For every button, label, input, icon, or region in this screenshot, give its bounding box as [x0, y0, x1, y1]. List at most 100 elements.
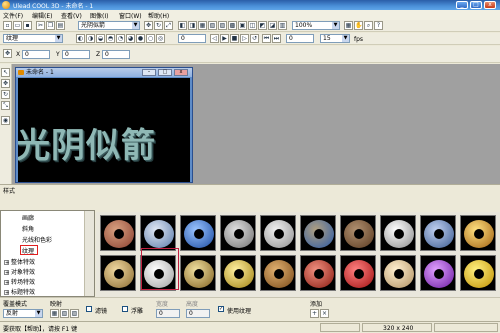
texture-thumbnail[interactable] [140, 215, 176, 251]
play-icon[interactable]: ▶ [220, 34, 229, 43]
expand-icon[interactable]: + [4, 290, 9, 296]
tool-l-icon[interactable]: ◐ [76, 34, 85, 43]
tree-item-title-effects[interactable]: + 标题特效 [4, 287, 35, 296]
close-button[interactable]: x [484, 1, 496, 9]
stop-icon[interactable]: ■ [230, 34, 239, 43]
menu-view[interactable]: 查看(V) [61, 11, 82, 20]
doc-maximize-button[interactable]: □ [158, 69, 172, 76]
texture-thumbnail[interactable] [300, 215, 336, 251]
help-icon[interactable]: ? [374, 21, 383, 30]
move-icon[interactable]: ✥ [144, 21, 153, 30]
tool-k-icon[interactable]: ▥ [278, 21, 287, 30]
texture-thumbnail[interactable] [300, 255, 336, 291]
hand-icon[interactable]: ✋ [354, 21, 363, 30]
doc-minimize-button[interactable]: – [142, 69, 156, 76]
last-icon[interactable]: ⏭ [272, 34, 281, 43]
overlay-mode-select[interactable]: 反射 ▼ [3, 309, 43, 318]
tool-m-icon[interactable]: ◑ [86, 34, 95, 43]
prev-frame-icon[interactable]: ◁ [210, 34, 219, 43]
grid-icon[interactable]: ▦ [344, 21, 353, 30]
height-field[interactable]: 0 [186, 309, 210, 318]
magnify-icon[interactable]: ⌕ [364, 21, 373, 30]
texture-thumbnail[interactable] [460, 255, 496, 291]
filter-checkbox[interactable] [86, 306, 92, 312]
tool-h-icon[interactable]: ◫ [248, 21, 257, 30]
tool-a-icon[interactable]: ◧ [178, 21, 187, 30]
menu-help[interactable]: 帮助(H) [148, 11, 169, 20]
texture-thumbnail[interactable] [460, 215, 496, 251]
zoom-select[interactable]: 100% ▼ [292, 21, 340, 30]
tool-t-icon[interactable]: ◎ [156, 34, 165, 43]
x-field[interactable]: 0 [22, 50, 50, 59]
text-object-select[interactable]: 光阴似箭 ▼ [78, 21, 140, 30]
tool-d-icon[interactable]: ▧ [208, 21, 217, 30]
frame-field-2[interactable]: 0 [286, 34, 314, 43]
tool-n-icon[interactable]: ◒ [96, 34, 105, 43]
tool-o-icon[interactable]: ◓ [106, 34, 115, 43]
menu-image[interactable]: 图像(I) [90, 11, 108, 20]
texture-thumbnail[interactable] [420, 255, 456, 291]
tool-s-icon[interactable]: ○ [146, 34, 155, 43]
menu-window[interactable]: 窗口(W) [119, 11, 142, 20]
rotate-icon[interactable]: ↻ [154, 21, 163, 30]
use-texture-checkbox[interactable]: ✓ [218, 306, 224, 312]
texture-thumbnail[interactable] [100, 255, 136, 291]
new-file-icon[interactable]: ▫ [3, 21, 12, 30]
y-field[interactable]: 0 [62, 50, 90, 59]
add-icon[interactable]: + [310, 309, 319, 318]
tree-item-global-effects[interactable]: + 整体特效 [4, 257, 35, 266]
texture-thumbnail[interactable] [220, 215, 256, 251]
doc-close-button[interactable]: x [174, 69, 188, 76]
tree-item-object-effects[interactable]: + 对象特效 [4, 267, 35, 276]
map-mode-1-icon[interactable]: ▦ [50, 309, 59, 318]
tree-item-light-color[interactable]: 光线和色彩 [22, 235, 52, 244]
paste-icon[interactable]: ▤ [56, 21, 65, 30]
transform-icon[interactable]: ✥ [3, 49, 12, 58]
width-field[interactable]: 0 [156, 309, 180, 318]
texture-thumbnail[interactable] [380, 255, 416, 291]
tool-c-icon[interactable]: ▦ [198, 21, 207, 30]
texture-thumbnail[interactable] [340, 215, 376, 251]
copy-icon[interactable]: ❐ [46, 21, 55, 30]
texture-thumbnail[interactable] [220, 255, 256, 291]
texture-thumbnail[interactable] [380, 215, 416, 251]
texture-thumbnail[interactable] [340, 255, 376, 291]
tree-item-transition-effects[interactable]: + 转场特效 [4, 277, 35, 286]
maximize-button[interactable]: □ [470, 1, 482, 9]
tree-item-gallery[interactable]: 画廊 [22, 213, 34, 222]
menu-file[interactable]: 文件(F) [3, 11, 23, 20]
relief-checkbox[interactable] [122, 306, 128, 312]
open-file-icon[interactable]: ▭ [13, 21, 22, 30]
expand-icon[interactable]: + [4, 270, 9, 276]
frame-field-1[interactable]: 0 [178, 34, 206, 43]
select-icon[interactable]: ↖ [1, 68, 10, 77]
size-icon[interactable]: ⤢ [164, 21, 173, 30]
expand-icon[interactable]: + [4, 260, 9, 266]
tool-i-icon[interactable]: ◩ [258, 21, 267, 30]
save-icon[interactable]: ▪ [23, 21, 32, 30]
delete-icon[interactable]: × [320, 309, 329, 318]
minimize-button[interactable]: _ [456, 1, 468, 9]
fps-select[interactable]: 15 ▼ [320, 34, 350, 43]
attribute-select[interactable]: 纹理 ▼ [3, 34, 63, 43]
tool-b-icon[interactable]: ◨ [188, 21, 197, 30]
tool-q-icon[interactable]: ◕ [126, 34, 135, 43]
map-mode-2-icon[interactable]: ▧ [60, 309, 69, 318]
map-mode-3-icon[interactable]: ▨ [70, 309, 79, 318]
rotate-object-icon[interactable]: ↻ [1, 90, 10, 99]
z-field[interactable]: 0 [102, 50, 130, 59]
resize-object-icon[interactable]: ⤡ [1, 101, 10, 110]
texture-thumbnail[interactable] [180, 215, 216, 251]
texture-thumbnail[interactable] [100, 215, 136, 251]
loop-icon[interactable]: ↺ [250, 34, 259, 43]
tool-p-icon[interactable]: ◔ [116, 34, 125, 43]
tool-j-icon[interactable]: ◪ [268, 21, 277, 30]
tree-item-bevel[interactable]: 斜角 [22, 224, 34, 233]
texture-thumbnail[interactable] [260, 255, 296, 291]
tool-e-icon[interactable]: ▨ [218, 21, 227, 30]
texture-thumbnail[interactable] [420, 215, 456, 251]
preview-canvas[interactable]: 光阴似箭 [18, 78, 190, 182]
cut-icon[interactable]: ✂ [36, 21, 45, 30]
move-object-icon[interactable]: ✥ [1, 79, 10, 88]
texture-thumbnail[interactable] [180, 255, 216, 291]
